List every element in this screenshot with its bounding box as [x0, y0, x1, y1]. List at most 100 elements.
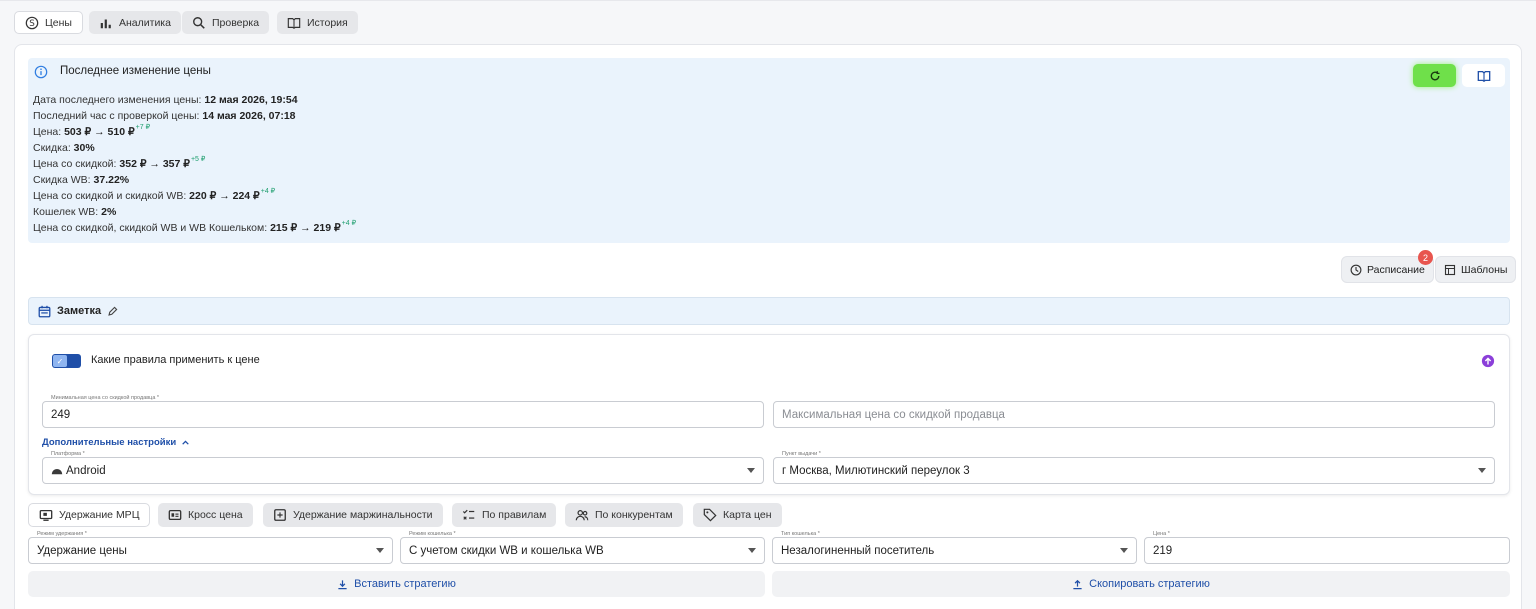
info-line-value: 30%: [73, 142, 95, 154]
price-delta: +5 ₽: [190, 156, 206, 163]
android-icon: [51, 469, 63, 475]
max-price-placeholder: Максимальная цена со скидкой продавца: [782, 408, 1005, 421]
info-line-value: 2%: [101, 206, 117, 218]
strategy-tab-label: Кросс цена: [188, 509, 243, 521]
template-icon: [1444, 264, 1456, 275]
strategy-tab-cross-price[interactable]: Кросс цена: [158, 503, 253, 527]
tab-label: Проверка: [212, 16, 260, 29]
info-line-value: 215 ₽ → 219 ₽: [270, 222, 341, 234]
open-book-button[interactable]: [1462, 64, 1505, 87]
min-price-label: Минимальная цена со скидкой продавца *: [49, 395, 162, 401]
price-delta: +4 ₽: [260, 188, 276, 195]
card-icon: [168, 509, 182, 521]
strategy-tab-competitors[interactable]: По конкурентам: [565, 503, 683, 527]
book-icon: [287, 17, 301, 29]
advanced-settings-toggle[interactable]: Дополнительные настройки: [42, 437, 190, 448]
info-line: Дата последнего изменения цены: 12 мая 2…: [33, 94, 298, 106]
wallet-mode-value: С учетом скидки WB и кошелька WB: [409, 544, 604, 557]
note-bar[interactable]: Заметка: [28, 297, 1510, 325]
tab-prices[interactable]: S Цены: [14, 11, 83, 34]
tab-label: История: [307, 16, 348, 29]
tab-analytics[interactable]: Аналитика: [89, 11, 181, 34]
chevron-down-icon: [376, 548, 384, 553]
price-label: Цена *: [1151, 531, 1172, 537]
wallet-type-value: Незалогиненный посетитель: [781, 544, 935, 557]
download-icon: [338, 579, 347, 589]
wallet-type-label: Тип кошелька *: [779, 531, 822, 537]
strategy-tab-price-map[interactable]: Карта цен: [693, 503, 782, 527]
tag-icon: [703, 508, 717, 522]
strategy-tab-label: Удержание МРЦ: [59, 509, 140, 521]
info-line-label: Последний час с проверкой цены:: [33, 110, 200, 122]
strategy-tab-label: По правилам: [482, 509, 547, 521]
tab-label: Аналитика: [119, 16, 171, 29]
info-line-value: 352 ₽ → 357 ₽: [119, 158, 190, 170]
insert-strategy-button[interactable]: Вставить стратегию: [28, 571, 765, 597]
users-icon: [575, 510, 589, 521]
arrow-up-circle-icon[interactable]: [1481, 354, 1495, 368]
platform-select[interactable]: Платформа * Android: [42, 451, 764, 484]
wallet-mode-select[interactable]: Режим кошелька * С учетом скидки WB и ко…: [400, 531, 765, 564]
strategy-tab-mrc[interactable]: Удержание МРЦ: [28, 503, 151, 527]
info-line: Цена: 503 ₽ → 510 ₽+7 ₽: [33, 124, 151, 138]
strategy-tab-label: Карта цен: [723, 509, 772, 521]
info-line-label: Цена:: [33, 126, 62, 138]
chevron-down-icon: [1478, 468, 1486, 473]
wallet-type-select[interactable]: Тип кошелька * Незалогиненный посетитель: [772, 531, 1137, 564]
calendar-icon: [38, 305, 51, 317]
info-line-label: Скидка WB:: [33, 174, 91, 186]
pickup-point-select[interactable]: Пункт выдачи * г Москва, Милютинский пер…: [773, 451, 1495, 484]
info-line-label: Цена со скидкой, скидкой WB и WB Кошельк…: [33, 222, 268, 234]
advanced-settings-label: Дополнительные настройки: [42, 437, 177, 448]
info-line-label: Цена со скидкой:: [33, 158, 117, 170]
price-delta: +7 ₽: [135, 124, 151, 131]
rules-icon: [462, 509, 475, 520]
pickup-value: г Москва, Милютинский переулок 3: [782, 464, 970, 477]
refresh-icon: [1430, 70, 1439, 80]
clock-icon: [1350, 264, 1362, 275]
info-line: Цена со скидкой и скидкой WB: 220 ₽ → 22…: [33, 188, 276, 202]
info-line-value: 220 ₽ → 224 ₽: [189, 190, 260, 202]
refresh-button[interactable]: [1413, 64, 1456, 87]
platform-label: Платформа *: [49, 451, 87, 457]
hold-mode-select[interactable]: Режим удержания * Удержание цены: [28, 531, 393, 564]
info-line: Кошелек WB: 2%: [33, 206, 116, 218]
insert-strategy-label: Вставить стратегию: [354, 578, 456, 590]
copy-strategy-label: Скопировать стратегию: [1089, 578, 1210, 590]
copy-strategy-button[interactable]: Скопировать стратегию: [772, 571, 1510, 597]
pickup-label: Пункт выдачи *: [780, 451, 823, 457]
wallet-mode-label: Режим кошелька *: [407, 531, 458, 537]
info-line: Скидка: 30%: [33, 142, 95, 154]
info-line-value: 14 мая 2026, 07:18: [202, 110, 296, 122]
templates-button[interactable]: Шаблоны: [1435, 256, 1517, 283]
last-change-panel: [28, 58, 1510, 243]
hold-mode-label: Режим удержания *: [35, 531, 89, 537]
strategy-tab-label: Удержание маржинальности: [293, 509, 433, 521]
strategy-tab-margin[interactable]: Удержание маржинальности: [263, 503, 443, 527]
hold-mode-value: Удержание цены: [37, 544, 127, 557]
pencil-icon[interactable]: [107, 306, 118, 317]
info-line-label: Дата последнего изменения цены:: [33, 94, 202, 106]
search-icon: [193, 16, 205, 29]
templates-label: Шаблоны: [1461, 263, 1508, 276]
svg-text:S: S: [29, 19, 35, 29]
top-tab-bar: S Цены Аналитика Проверка История: [0, 0, 1536, 40]
last-change-title: Последнее изменение цены: [60, 65, 211, 77]
tab-check[interactable]: Проверка: [182, 11, 270, 34]
min-price-value: 249: [51, 408, 71, 421]
book-icon: [1477, 70, 1490, 82]
rules-title: Какие правила применить к цене: [91, 354, 260, 366]
bar-chart-icon: [100, 19, 111, 28]
min-price-input[interactable]: Минимальная цена со скидкой продавца * 2…: [42, 395, 764, 428]
rules-toggle[interactable]: ✓: [52, 354, 81, 368]
platform-value: Android: [66, 464, 106, 477]
schedule-label: Расписание: [1367, 263, 1425, 276]
check-icon: ✓: [53, 355, 67, 367]
max-price-input[interactable]: Максимальная цена со скидкой продавца: [773, 401, 1495, 428]
tab-history[interactable]: История: [277, 11, 358, 34]
strategy-tab-rules[interactable]: По правилам: [452, 503, 557, 527]
info-line-label: Цена со скидкой и скидкой WB:: [33, 190, 187, 202]
price-value: 219: [1153, 544, 1173, 557]
info-line-value: 503 ₽ → 510 ₽: [64, 126, 135, 138]
price-input[interactable]: Цена * 219: [1144, 531, 1510, 564]
